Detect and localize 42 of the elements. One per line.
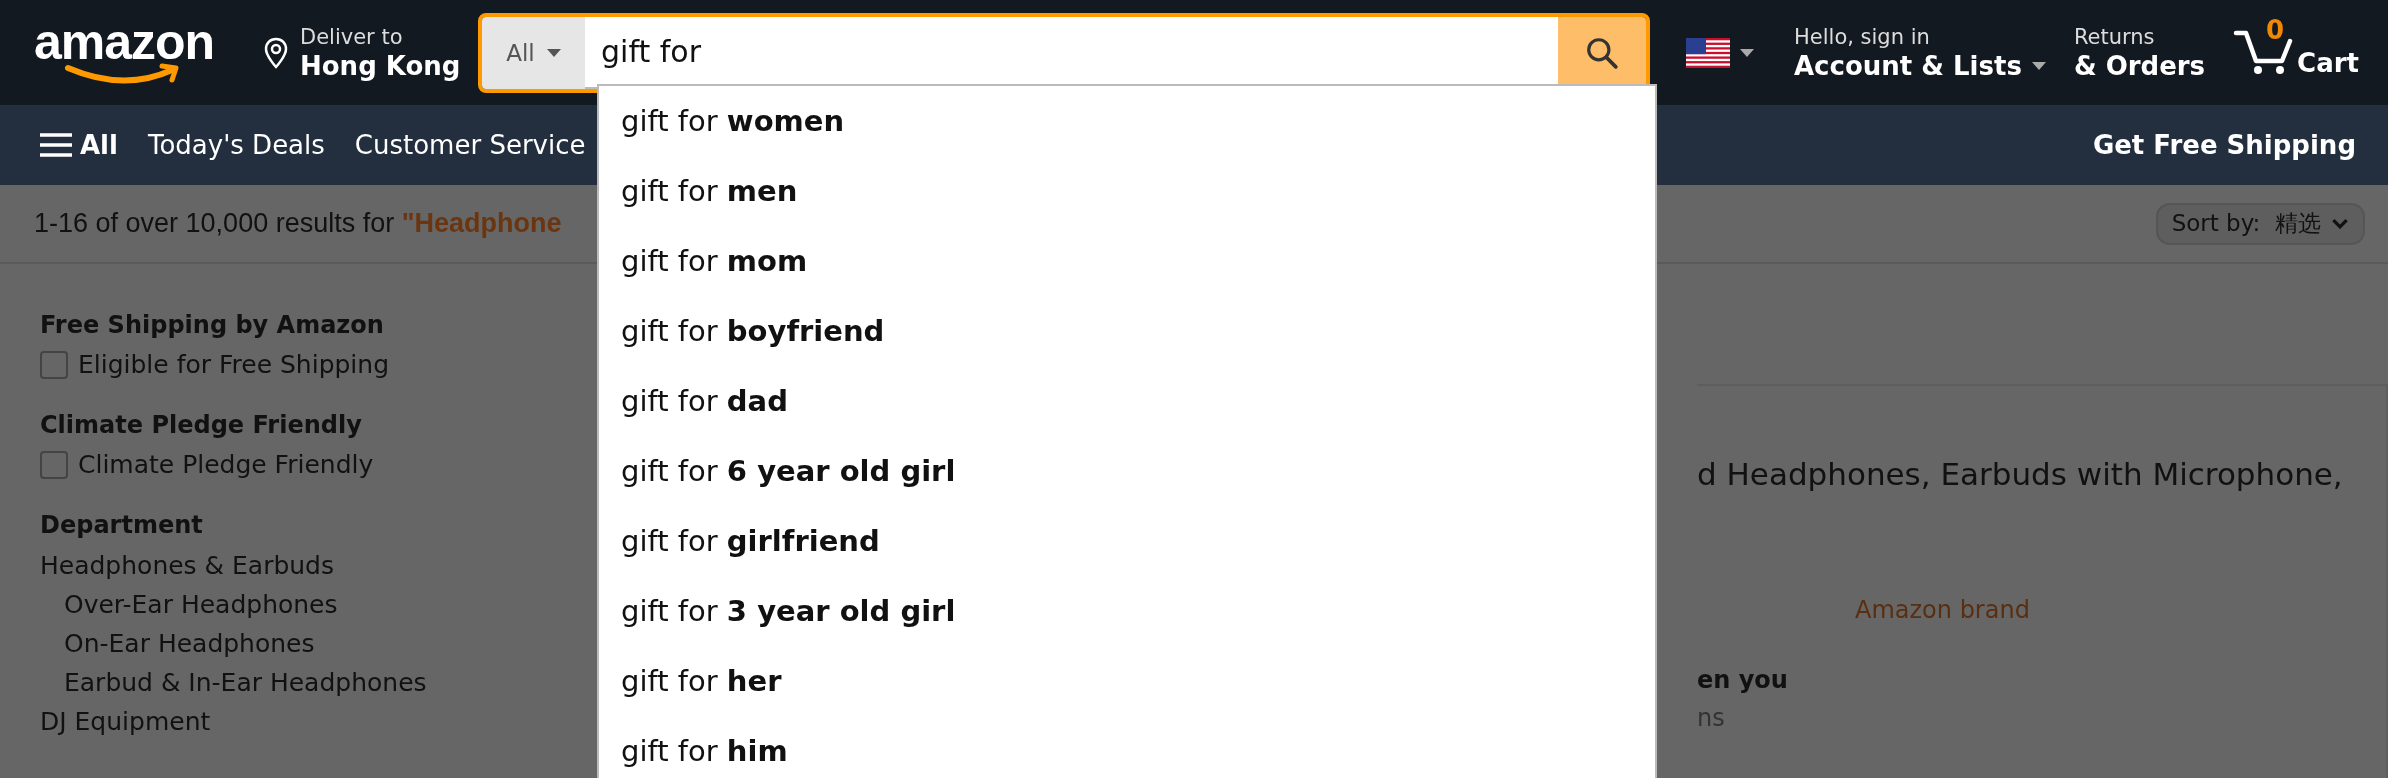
filter-heading: Climate Pledge Friendly — [40, 410, 363, 440]
suggestion-item[interactable]: gift for 6 year old girl — [599, 436, 1655, 506]
cart-count: 0 — [2266, 14, 2285, 45]
amazon-logo[interactable]: amazon — [34, 19, 234, 64]
orders-link[interactable]: & Orders — [2073, 49, 2206, 82]
category-dropdown[interactable]: All — [482, 16, 585, 89]
caret-icon — [1740, 48, 1754, 57]
location-pin-icon — [264, 36, 288, 69]
suggestion-item[interactable]: gift for women — [599, 86, 1655, 156]
account-lists-link[interactable]: Account & Lists — [1794, 49, 2022, 82]
suggestion-item[interactable]: gift for 3 year old girl — [599, 576, 1655, 646]
deliver-label: Deliver to — [300, 23, 404, 50]
checkbox[interactable] — [40, 351, 68, 379]
checkbox[interactable] — [40, 451, 68, 479]
all-menu-button[interactable]: All — [40, 130, 118, 160]
nav-link[interactable]: Today's Deals — [147, 130, 325, 160]
brand-label: Amazon brand — [1855, 596, 2031, 624]
suggestion-item[interactable]: gift for dad — [599, 366, 1655, 436]
flag-icon — [1686, 37, 1730, 68]
product-text: en you — [1697, 666, 1789, 694]
nav-link[interactable]: Customer Service — [354, 130, 586, 160]
suggestion-item[interactable]: gift for men — [599, 156, 1655, 226]
filter-heading: Free Shipping by Amazon — [40, 310, 385, 340]
suggestion-item[interactable]: gift for girlfriend — [599, 506, 1655, 576]
suggestion-item[interactable]: gift for boyfriend — [599, 296, 1655, 366]
menu-icon — [40, 132, 72, 158]
suggestion-item[interactable]: gift for mom — [599, 226, 1655, 296]
caret-icon — [546, 48, 561, 57]
search-field[interactable]: gift for — [585, 16, 1558, 89]
suggestion-item[interactable]: gift for her — [599, 646, 1655, 716]
chevron-down-icon — [2331, 218, 2349, 229]
greeting-text: Hello, sign in — [1794, 23, 1931, 50]
suggestion-item[interactable]: gift for him — [599, 716, 1655, 778]
results-summary: 1-16 of over 10,000 results for "Headphone — [34, 208, 562, 238]
returns-label: Returns — [2073, 23, 2156, 50]
deliver-location[interactable]: Hong Kong — [300, 49, 461, 82]
caret-icon — [2031, 61, 2046, 70]
language-selector[interactable] — [1686, 37, 1754, 68]
search-icon — [1585, 35, 1619, 70]
cart-label[interactable]: Cart — [2297, 46, 2359, 79]
free-shipping-link[interactable]: Get Free Shipping — [2092, 130, 2356, 160]
filter-heading: Department — [40, 510, 204, 540]
